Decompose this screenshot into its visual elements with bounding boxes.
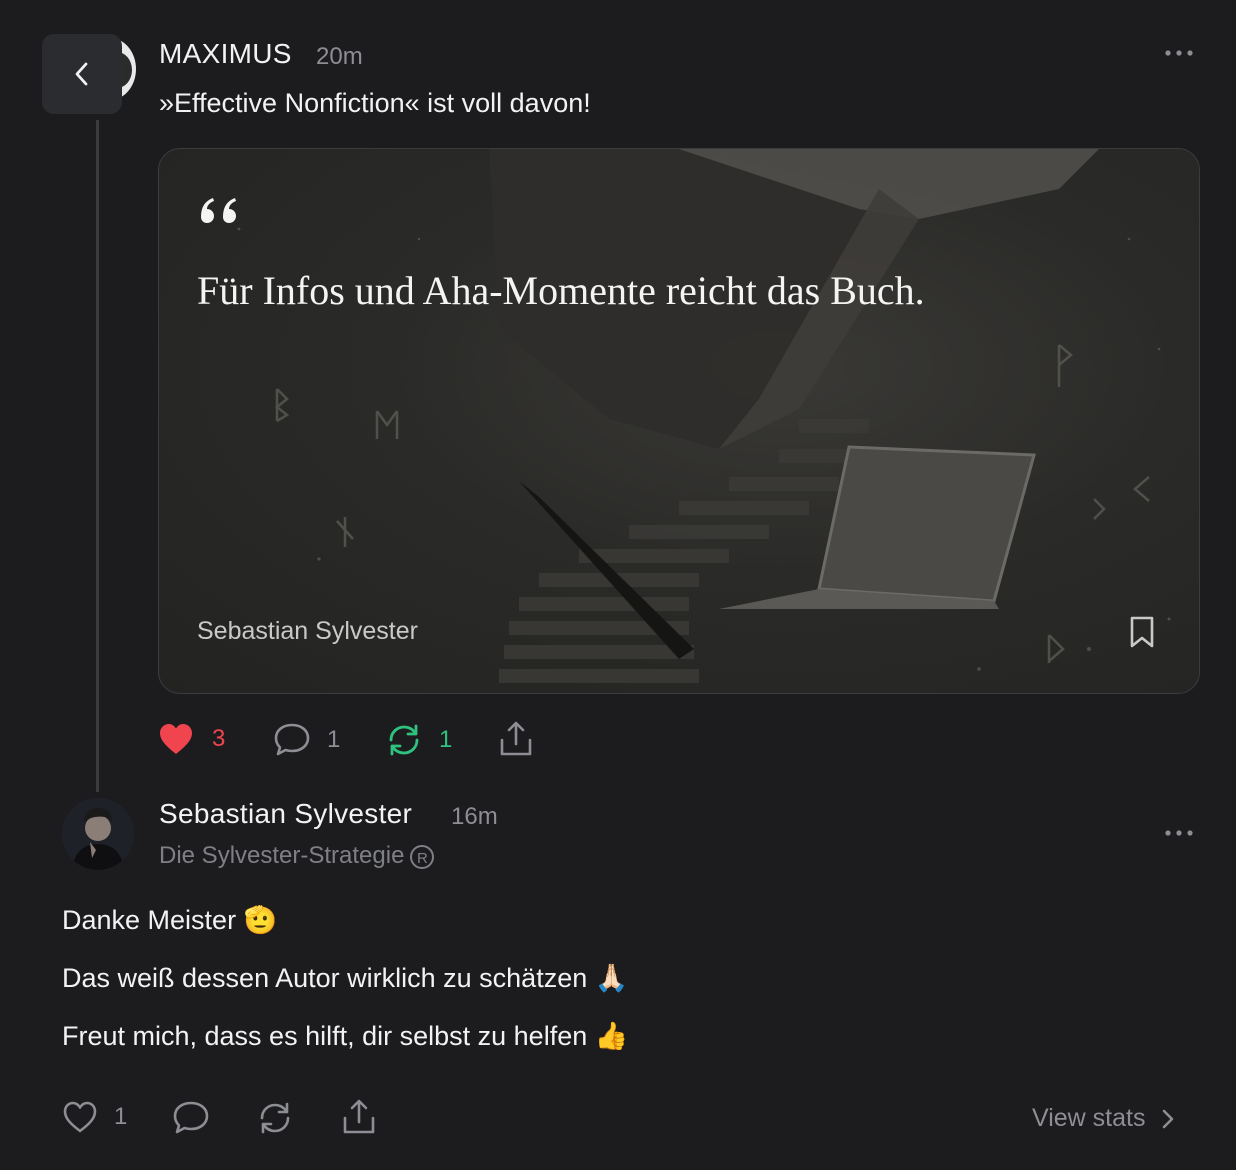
like-button[interactable]: 3 [158,722,225,756]
restack-button[interactable]: 1 [385,722,452,758]
like-count: 1 [114,1103,128,1130]
publication-label: Die Sylvester-Strategie [159,842,405,869]
heart-icon [160,724,192,754]
comment-button[interactable]: 1 [273,722,340,758]
chevron-right-icon [1163,1109,1174,1128]
post-time: 20m [316,43,363,70]
restack-icon [260,1102,290,1134]
quote-mark-icon [197,195,245,227]
share-button[interactable] [341,1098,377,1136]
view-stats-label: View stats [1032,1104,1146,1132]
quote-text: Für Infos und Aha-Momente reicht das Buc… [197,268,925,313]
quote-card[interactable]: Für Infos und Aha-Momente reicht das Buc… [158,148,1200,694]
comment-icon [274,723,310,756]
reply-time: 16m [451,803,498,830]
publication-name[interactable]: Die Sylvester-Strategie R [159,842,435,870]
reply-text-line: Freut mich, dass es hilft, dir selbst zu… [62,1021,629,1051]
registered-mark-icon: R [410,844,435,869]
restack-button[interactable] [256,1100,294,1136]
like-count: 3 [212,725,226,752]
comment-button[interactable] [172,1100,210,1136]
share-icon [343,1099,375,1134]
restack-count: 1 [439,726,453,753]
post-author[interactable]: MAXIMUS [159,38,292,70]
more-button[interactable] [1164,828,1194,838]
restack-icon [389,724,419,756]
share-button[interactable] [498,720,534,758]
back-button[interactable] [42,34,122,114]
more-icon [1165,50,1193,56]
view-stats-link[interactable]: View stats [1032,1104,1175,1133]
back-icon [75,62,88,86]
heart-icon [63,1101,97,1133]
reply-text-line: Das weiß dessen Autor wirklich zu schätz… [62,963,629,993]
bookmark-button[interactable] [1127,615,1157,649]
reply-author[interactable]: Sebastian Sylvester [159,798,412,830]
reply-text-line: Danke Meister 🫡 [62,905,278,935]
card-background-art [237,149,1171,683]
share-icon [500,721,532,756]
avatar[interactable] [62,798,134,870]
more-icon [1165,830,1193,836]
post-text: »Effective Nonfiction« ist voll davon! [159,88,591,118]
bookmark-icon [1130,616,1154,648]
like-button[interactable]: 1 [62,1100,127,1134]
thread-line [96,120,99,792]
comment-count: 1 [327,726,341,753]
comment-icon [173,1101,209,1134]
quote-author: Sebastian Sylvester [197,617,418,645]
more-button[interactable] [1164,48,1194,58]
